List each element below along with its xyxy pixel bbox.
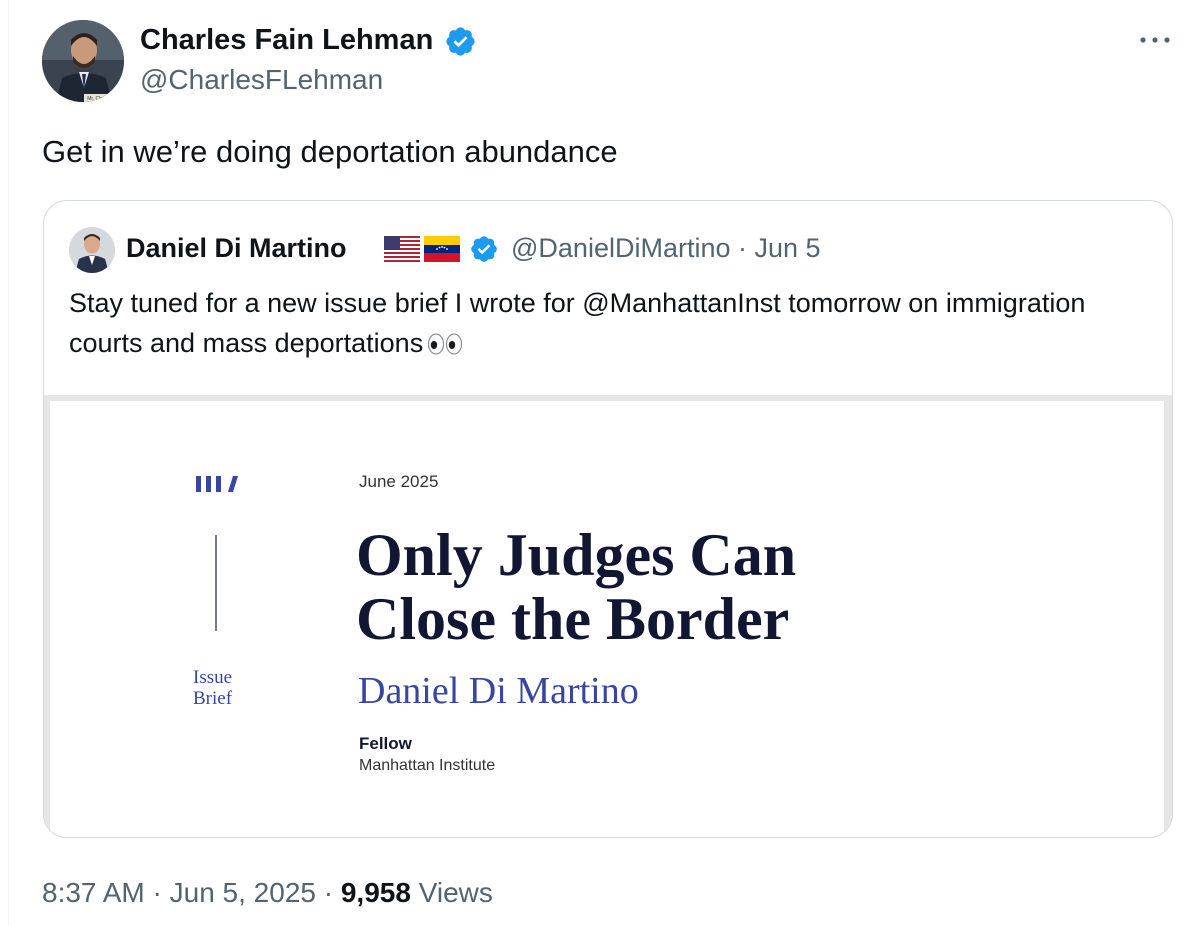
tweet-time[interactable]: 8:37 AM — [42, 877, 145, 908]
eyes-icon — [428, 333, 463, 355]
author-avatar-image: Mr. Charles — [42, 20, 124, 102]
quoted-tweet-card[interactable]: Daniel Di Martino @DanielDiMartino · Jun… — [43, 200, 1173, 838]
issue-brief-cover: Issue Brief June 2025 Only Judges Can Cl… — [50, 401, 1164, 837]
views-label: Views — [418, 877, 493, 908]
quoted-author-avatar[interactable] — [69, 227, 115, 273]
views-count: 9,958 — [340, 877, 411, 908]
issue-brief-label-line1: Issue — [193, 667, 233, 688]
cover-author-org: Manhattan Institute — [359, 757, 496, 774]
cover-title: Only Judges Can Close the Border — [356, 523, 796, 651]
cover-divider — [215, 535, 217, 631]
author-name[interactable]: Charles Fain Lehman — [140, 22, 433, 58]
manhattan-institute-logo-icon — [196, 476, 238, 492]
venezuela-flag-icon — [424, 236, 460, 262]
tweet-date[interactable]: Jun 5, 2025 — [170, 877, 316, 908]
tweet-meta-separator-2: · — [323, 877, 334, 908]
quoted-verified-badge-icon[interactable] — [469, 234, 499, 264]
avatar-nameplate-text: Mr. Charles — [87, 96, 113, 102]
us-flag-icon — [384, 236, 420, 262]
quoted-author-avatar-image — [69, 227, 115, 273]
quoted-tweet-text-body: Stay tuned for a new issue brief I wrote… — [69, 288, 1086, 358]
quoted-meta-separator: · — [738, 233, 747, 263]
cover-title-line1: Only Judges Can — [356, 522, 797, 588]
quoted-media[interactable]: Issue Brief June 2025 Only Judges Can Cl… — [44, 395, 1172, 837]
timeline-left-border — [8, 0, 9, 926]
verified-badge-icon[interactable] — [444, 25, 477, 58]
cover-author: Daniel Di Martino — [358, 670, 639, 712]
quoted-handle-and-date: @DanielDiMartino · Jun 5 — [511, 231, 821, 265]
tweet-meta: 8:37 AM · Jun 5, 2025 · 9,958 Views — [42, 874, 493, 912]
cover-date: June 2025 — [359, 472, 439, 491]
quoted-author-name[interactable]: Daniel Di Martino — [126, 231, 347, 265]
quoted-author-handle[interactable]: @DanielDiMartino — [511, 233, 730, 263]
author-handle[interactable]: @CharlesFLehman — [140, 62, 383, 98]
issue-brief-label-line2: Brief — [193, 688, 233, 709]
author-avatar[interactable]: Mr. Charles — [42, 20, 124, 102]
more-options-icon[interactable] — [1138, 30, 1172, 50]
quoted-tweet-text: Stay tuned for a new issue brief I wrote… — [69, 283, 1149, 363]
cover-title-line2: Close the Border — [356, 586, 790, 652]
cover-author-role: Fellow — [359, 734, 412, 753]
quoted-date[interactable]: Jun 5 — [755, 233, 821, 263]
tweet-text: Get in we’re doing deportation abundance — [42, 134, 618, 169]
issue-brief-label: Issue Brief — [193, 667, 232, 709]
tweet-meta-separator: · — [152, 877, 162, 908]
